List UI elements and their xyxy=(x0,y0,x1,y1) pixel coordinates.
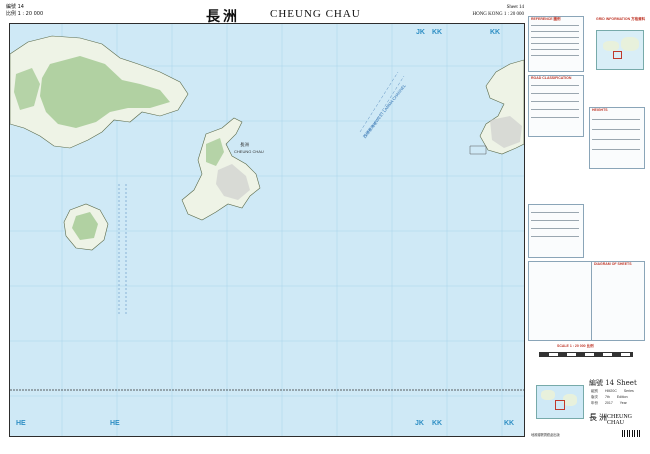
grid-label-jk-top: JK xyxy=(416,29,425,36)
legend-row xyxy=(592,119,640,120)
legend-row xyxy=(531,93,579,94)
legend-heading-roads: ROAD CLASSIFICATION xyxy=(531,76,572,80)
grid-label-kk-top: KK xyxy=(432,29,443,36)
meta-year-cn: 年份 xyxy=(591,401,598,405)
legend-row xyxy=(531,220,579,221)
legend-heading-grid: GRID INFORMATION 方格資料 xyxy=(596,17,646,21)
barcode xyxy=(622,430,642,437)
header-sheet-info: Sheet 14 HONG KONG 1 : 20 000 xyxy=(472,4,524,18)
place-label-cheung-chau-cn: 長洲 xyxy=(240,143,249,148)
place-label-cheung-chau-en: CHEUNG CHAU xyxy=(234,149,264,154)
map-canvas[interactable]: JK KK KK HE HE JK KK KK 長洲 CHEUNG CHAU 西… xyxy=(9,23,525,437)
meta-year-en: Year xyxy=(619,401,627,405)
legend-row xyxy=(531,236,579,237)
legend-box-heights xyxy=(589,107,645,169)
grid-label-he-bottom2: HE xyxy=(110,420,120,427)
meta-series-en: Series xyxy=(623,389,634,393)
legend-row xyxy=(531,228,579,229)
meta-year-value: 2017 xyxy=(604,401,613,405)
lamma-pier xyxy=(469,145,487,155)
grid-label-kk-bottom2: KK xyxy=(504,420,515,427)
footer-title-en: CHEUNG CHAU xyxy=(607,414,632,426)
meta-edition-en: Edition xyxy=(616,395,628,399)
header-sheet-number: 編號 14 比例 1 : 20 000 xyxy=(6,4,43,18)
legend-row xyxy=(531,109,579,110)
scale-bar xyxy=(539,352,633,357)
sheet-number-en: Sheet 14 xyxy=(506,5,524,10)
legend-row xyxy=(592,139,640,140)
meta-edition: 版次 7th Edition xyxy=(591,395,628,400)
grid-label-kk-bottom: KK xyxy=(432,420,443,427)
meta-series: 組別 HM20C Series xyxy=(591,389,634,394)
map-title-en: CHEUNG CHAU xyxy=(270,8,361,20)
legend-row xyxy=(531,85,579,86)
grid-label-kk-top2: KK xyxy=(490,29,501,36)
legend-panel: REFERENCE 圖例 GRID INFORMATION 方格資料 ROAD … xyxy=(527,9,645,445)
sheet-title: 編號 14 Sheet xyxy=(589,379,637,387)
map-drawing xyxy=(10,24,524,436)
legend-row xyxy=(531,43,579,44)
meta-series-cn: 組別 xyxy=(591,389,598,393)
sheet-number-cn: 編號 14 xyxy=(6,4,24,10)
legend-row xyxy=(531,31,579,32)
legend-row xyxy=(531,101,579,102)
legend-row xyxy=(531,117,579,118)
legend-box-diagram xyxy=(591,261,645,341)
footer-title-cn: 長洲 xyxy=(589,413,609,422)
meta-edition-cn: 版次 xyxy=(591,395,598,399)
grid-label-he-bottom: HE xyxy=(16,420,26,427)
meta-year: 年份 2017 Year xyxy=(591,401,627,406)
legend-row xyxy=(592,149,640,150)
index-map xyxy=(536,385,584,419)
legend-row xyxy=(531,49,579,50)
publisher-note: 地政總署測繪處出版 xyxy=(531,433,560,437)
legend-row xyxy=(531,25,579,26)
legend-heading-heights: HEIGHTS xyxy=(592,108,608,112)
grid-label-jk-bottom: JK xyxy=(415,420,424,427)
scale-heading: SCALE 1 : 20 000 比例 xyxy=(557,344,594,348)
legend-row xyxy=(531,212,579,213)
meta-edition-value: 7th xyxy=(604,395,610,399)
scale-cn: 比例 1 : 20 000 xyxy=(6,11,44,17)
scale-en: HONG KONG 1 : 20 000 xyxy=(472,12,524,17)
legend-row xyxy=(531,37,579,38)
legend-box-grid-ref xyxy=(528,261,592,341)
legend-row xyxy=(592,129,640,130)
locator-map xyxy=(596,30,644,70)
legend-heading-diagram: DIAGRAM OF SHEETS xyxy=(594,262,632,266)
legend-heading-reference: REFERENCE 圖例 xyxy=(531,17,561,21)
legend-row xyxy=(531,55,579,56)
meta-series-value: HM20C xyxy=(604,389,617,393)
